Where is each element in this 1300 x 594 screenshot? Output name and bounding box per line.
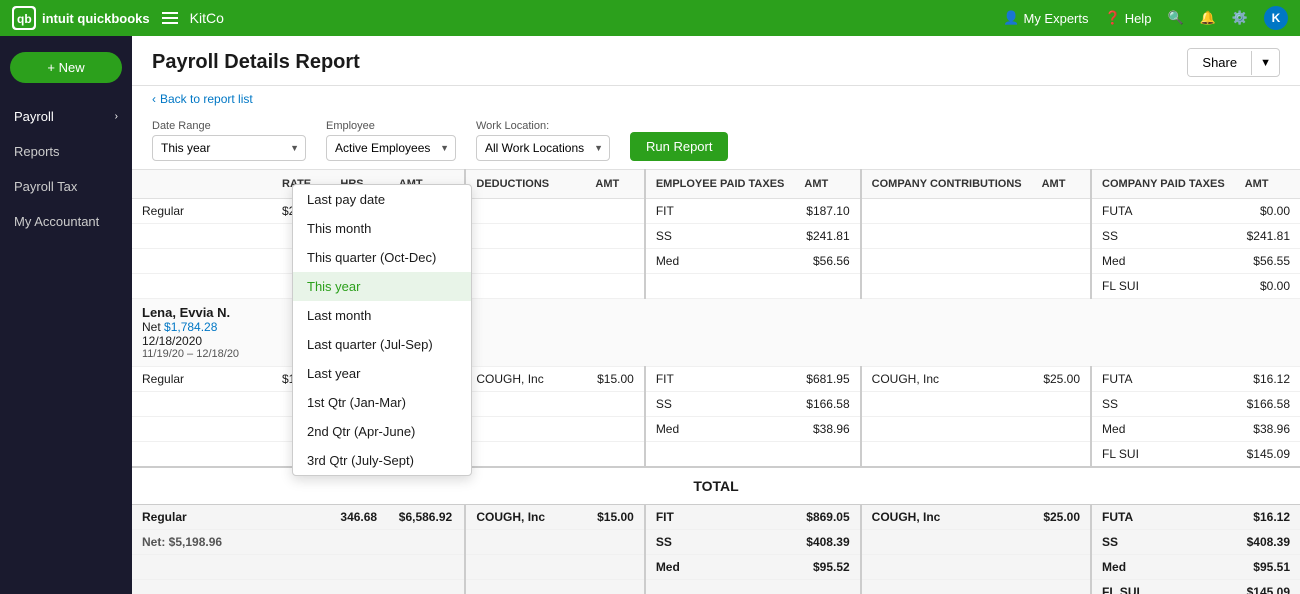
- sidebar-item-label: Payroll: [14, 109, 54, 124]
- date-range-filter: Date Range Last pay date This month This…: [152, 120, 306, 161]
- col-amt3: AMT: [794, 170, 860, 199]
- run-report-button[interactable]: Run Report: [630, 132, 728, 161]
- col-deductions: DEDUCTIONS: [465, 170, 585, 199]
- top-nav: qb intuit quickbooks KitCo 👤 My Experts …: [0, 0, 1300, 36]
- user-avatar[interactable]: K: [1264, 6, 1288, 30]
- total-row: Med $95.52 Med $95.51: [132, 555, 1300, 580]
- sidebar-item-my-accountant[interactable]: My Accountant: [0, 204, 132, 239]
- total-row: Regular 346.68 $6,586.92 COUGH, Inc $15.…: [132, 505, 1300, 530]
- share-dropdown-arrow[interactable]: ▼: [1251, 51, 1279, 75]
- employee-net-link[interactable]: $1,784.28: [164, 320, 217, 334]
- sidebar-item-label: Reports: [14, 144, 60, 159]
- dropdown-option-q3[interactable]: 3rd Qtr (July-Sept): [293, 446, 471, 475]
- search-icon: 🔍: [1167, 10, 1183, 26]
- filters-bar: Date Range Last pay date This month This…: [132, 112, 1300, 169]
- dropdown-option-last-quarter[interactable]: Last quarter (Jul-Sep): [293, 330, 471, 359]
- settings-btn[interactable]: ⚙️: [1232, 10, 1248, 26]
- top-nav-left: qb intuit quickbooks KitCo: [12, 6, 224, 30]
- dropdown-option-this-year[interactable]: This year: [293, 272, 471, 301]
- main-layout: + New Payroll › Reports Payroll Tax My A…: [0, 36, 1300, 594]
- employee-filter: Employee Active Employees: [326, 120, 456, 161]
- chevron-right-icon: ›: [115, 111, 118, 122]
- company-name: KitCo: [190, 10, 224, 26]
- back-to-report-list[interactable]: ‹ Back to report list: [132, 86, 1300, 112]
- total-row: FL SUI $145.09: [132, 580, 1300, 594]
- employee-select-wrapper: Active Employees: [326, 135, 456, 161]
- work-location-select-wrapper: All Work Locations: [476, 135, 610, 161]
- col-amt2: AMT: [585, 170, 644, 199]
- notifications-btn[interactable]: 🔔: [1200, 10, 1216, 26]
- col-amt4: AMT: [1032, 170, 1091, 199]
- quickbooks-logo-icon: qb: [12, 6, 36, 30]
- dropdown-option-this-month[interactable]: This month: [293, 214, 471, 243]
- work-location-label: Work Location:: [476, 120, 610, 132]
- new-button[interactable]: + New: [10, 52, 122, 83]
- user-icon: 👤: [1003, 10, 1019, 26]
- dropdown-option-last-pay-date[interactable]: Last pay date: [293, 185, 471, 214]
- logo: qb intuit quickbooks: [12, 6, 150, 30]
- share-button-group: Share ▼: [1187, 48, 1280, 77]
- dropdown-option-q2[interactable]: 2nd Qtr (Apr-June): [293, 417, 471, 446]
- col-emp-taxes: EMPLOYEE PAID TAXES: [645, 170, 795, 199]
- sidebar-item-reports[interactable]: Reports: [0, 134, 132, 169]
- share-main-button[interactable]: Share: [1188, 49, 1251, 76]
- date-range-label: Date Range: [152, 120, 306, 132]
- hamburger-menu[interactable]: [162, 12, 178, 24]
- date-range-dropdown: Last pay date This month This quarter (O…: [292, 184, 472, 476]
- gear-icon: ⚙️: [1232, 10, 1248, 26]
- content-header: Payroll Details Report Share ▼: [132, 36, 1300, 86]
- sidebar: + New Payroll › Reports Payroll Tax My A…: [0, 36, 132, 594]
- logo-text: intuit quickbooks: [42, 11, 150, 26]
- content-area: Payroll Details Report Share ▼ ‹ Back to…: [132, 36, 1300, 594]
- col-employee: [132, 170, 272, 199]
- sidebar-item-label: My Accountant: [14, 214, 99, 229]
- dropdown-option-last-month[interactable]: Last month: [293, 301, 471, 330]
- col-amt5: AMT: [1235, 170, 1300, 199]
- employee-label: Employee: [326, 120, 456, 132]
- work-location-filter: Work Location: All Work Locations: [476, 120, 610, 161]
- help-btn[interactable]: ❓ Help: [1105, 10, 1152, 26]
- sidebar-item-label: Payroll Tax: [14, 179, 77, 194]
- search-btn[interactable]: 🔍: [1167, 10, 1183, 26]
- employee-select[interactable]: Active Employees: [326, 135, 456, 161]
- page-title: Payroll Details Report: [152, 51, 360, 74]
- col-company-contrib: COMPANY CONTRIBUTIONS: [861, 170, 1032, 199]
- dropdown-option-this-quarter[interactable]: This quarter (Oct-Dec): [293, 243, 471, 272]
- top-nav-right: 👤 My Experts ❓ Help 🔍 🔔 ⚙️ K: [1003, 6, 1288, 30]
- col-company-taxes: COMPANY PAID TAXES: [1091, 170, 1235, 199]
- chevron-left-icon: ‹: [152, 92, 156, 106]
- dropdown-option-last-year[interactable]: Last year: [293, 359, 471, 388]
- total-row: Net: $5,198.96 SS $408.39 SS $408.39: [132, 530, 1300, 555]
- date-range-select-wrapper: Last pay date This month This quarter (O…: [152, 135, 306, 161]
- help-icon: ❓: [1105, 10, 1121, 26]
- sidebar-item-payroll[interactable]: Payroll ›: [0, 99, 132, 134]
- date-range-select[interactable]: Last pay date This month This quarter (O…: [152, 135, 306, 161]
- bell-icon: 🔔: [1200, 10, 1216, 26]
- sidebar-item-payroll-tax[interactable]: Payroll Tax: [0, 169, 132, 204]
- svg-text:qb: qb: [17, 12, 32, 26]
- my-experts-btn[interactable]: 👤 My Experts: [1003, 10, 1088, 26]
- dropdown-option-q1[interactable]: 1st Qtr (Jan-Mar): [293, 388, 471, 417]
- work-location-select[interactable]: All Work Locations: [476, 135, 610, 161]
